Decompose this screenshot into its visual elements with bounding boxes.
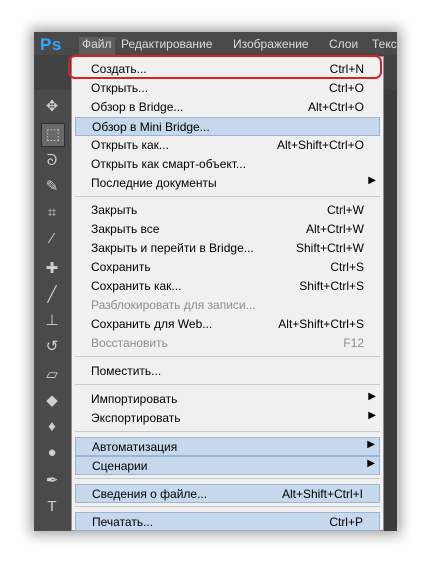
menu-item-save[interactable]: Сохранить Ctrl+S [75,258,380,277]
marquee-tool-icon[interactable]: ⬚ [41,123,65,147]
menu-item-open-smart-object[interactable]: Открыть как смарт-объект... [75,155,380,174]
menu-item-save-as[interactable]: Сохранить как... Shift+Ctrl+S [75,277,380,296]
menu-item-automate[interactable]: Автоматизация ▶ [75,437,380,456]
menu-separator [75,478,380,479]
menu-item-scripts[interactable]: Сценарии ▶ [75,456,380,475]
menu-item-save-for-web[interactable]: Сохранить для Web... Alt+Shift+Ctrl+S [75,315,380,334]
menu-separator [75,356,380,357]
menu-item-import[interactable]: Импортировать ▶ [75,390,380,409]
photoshop-logo: Ps [40,35,62,54]
clone-stamp-tool-icon[interactable]: ⊥ [41,310,63,332]
type-tool-icon[interactable]: T [41,496,63,518]
menu-separator [75,384,380,385]
submenu-arrow-icon: ▶ [367,439,375,450]
submenu-arrow-icon: ▶ [368,175,376,186]
blur-tool-icon[interactable]: ♦ [41,416,63,438]
file-menu-dropdown: Создать... Ctrl+N Открыть... Ctrl+O Обзо… [71,56,384,531]
menu-item-print[interactable]: Печатать... Ctrl+P [75,512,380,531]
eyedropper-tool-icon[interactable]: ⁄ [41,228,63,250]
history-brush-tool-icon[interactable]: ↺ [41,336,63,358]
menu-layer[interactable]: Слои [329,37,358,51]
menu-item-file-info[interactable]: Сведения о файле... Alt+Shift+Ctrl+I [75,484,380,503]
dodge-tool-icon[interactable]: ● [41,442,63,464]
eraser-tool-icon[interactable]: ▱ [41,364,63,386]
menu-file[interactable]: Файл [79,37,115,55]
menu-item-close-all[interactable]: Закрыть все Alt+Ctrl+W [75,220,380,239]
menu-edit[interactable]: Редактирование [121,37,212,51]
menu-separator [75,196,380,197]
menu-item-close-go-bridge[interactable]: Закрыть и перейти в Bridge... Shift+Ctrl… [75,239,380,258]
menu-type[interactable]: Текст [372,37,397,51]
menu-image[interactable]: Изображение [233,37,309,51]
submenu-arrow-icon: ▶ [368,391,376,402]
submenu-arrow-icon: ▶ [368,410,376,421]
menu-item-place[interactable]: Поместить... [75,362,380,381]
menu-item-recent[interactable]: Последние документы ▶ [75,174,380,193]
menu-separator [75,431,380,432]
submenu-arrow-icon: ▶ [367,458,375,469]
tools-panel: ✥ ⬚ ᘐ ✎ ⌗ ⁄ ✚ ╱ ⊥ ↺ ▱ ◆ ♦ ● ✒ T [34,90,71,531]
brush-tool-icon[interactable]: ╱ [41,284,63,306]
menu-item-open-as[interactable]: Открыть как... Alt+Shift+Ctrl+O [75,136,380,155]
quick-select-tool-icon[interactable]: ✎ [41,176,63,198]
photoshop-window: Ps Файл Редактирование Изображение Слои … [34,32,397,531]
menu-item-open[interactable]: Открыть... Ctrl+O [75,79,380,98]
highlight-annotation [68,55,382,79]
lasso-tool-icon[interactable]: ᘐ [41,150,63,172]
crop-tool-icon[interactable]: ⌗ [41,202,63,224]
spot-healing-tool-icon[interactable]: ✚ [41,258,63,280]
menu-item-revert: Восстановить F12 [91,336,364,350]
menu-bar: Ps Файл Редактирование Изображение Слои … [34,32,397,55]
menu-item-close[interactable]: Закрыть Ctrl+W [75,201,380,220]
move-tool-icon[interactable]: ✥ [41,96,63,118]
pen-tool-icon[interactable]: ✒ [41,470,63,492]
paint-bucket-tool-icon[interactable]: ◆ [41,390,63,412]
menu-item-browse-mini-bridge[interactable]: Обзор в Mini Bridge... [75,117,380,136]
menu-separator [75,506,380,507]
menu-item-export[interactable]: Экспортировать ▶ [75,409,380,428]
menu-item-check-in: Разблокировать для записи... [91,298,256,312]
menu-item-browse-bridge[interactable]: Обзор в Bridge... Alt+Ctrl+O [75,98,380,117]
